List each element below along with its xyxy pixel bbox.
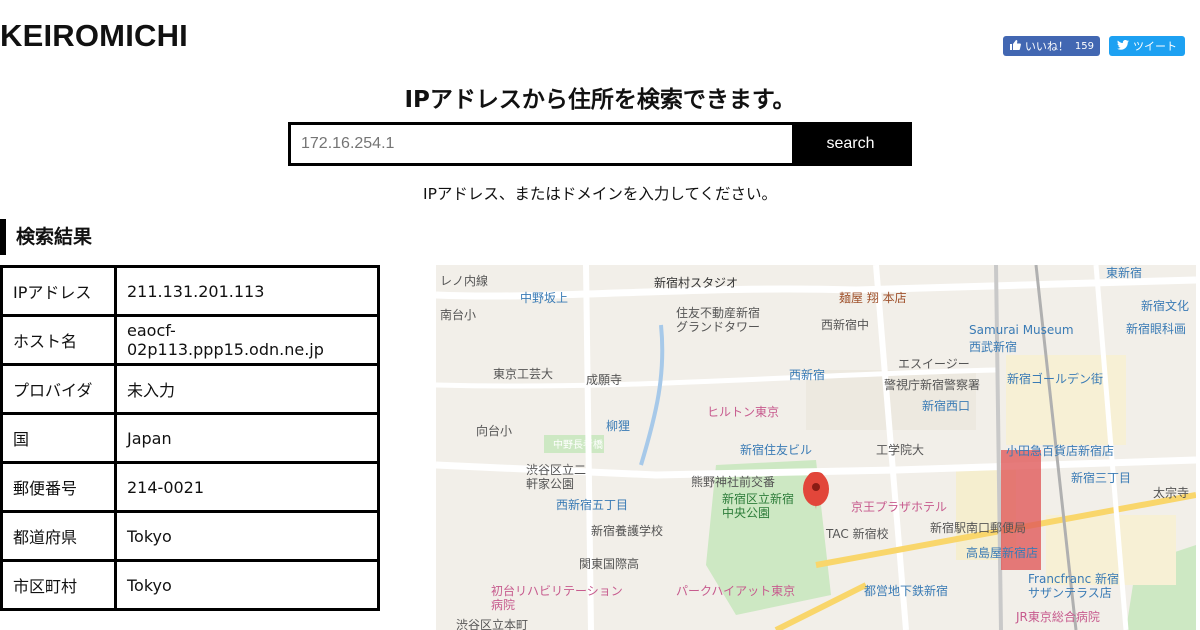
map-label: ヒルトン東京 — [707, 405, 779, 419]
tweet-button[interactable]: ツイート — [1109, 36, 1185, 56]
tweet-label: ツイート — [1133, 40, 1177, 53]
map-label: 新宿西口 — [922, 398, 970, 413]
row-value: 214-0021 — [114, 461, 380, 513]
map-label: 麺屋 翔 本店 — [839, 291, 907, 305]
table-row: 都道府県 Tokyo — [0, 510, 380, 562]
map-label: 西新宿中 — [821, 317, 869, 332]
map-label: パークハイアット東京 — [676, 584, 795, 598]
row-key: 市区町村 — [0, 559, 117, 611]
map-label: 警視庁新宿警察署 — [884, 377, 980, 392]
map-label: Samurai Museum — [969, 323, 1074, 337]
map-label: 京王プラザホテル — [851, 500, 947, 514]
map-label: 新宿文化 — [1141, 298, 1189, 313]
map-label: 関東国際高 — [579, 556, 639, 571]
search-button[interactable]: search — [792, 125, 909, 163]
table-row: 市区町村 Tokyo — [0, 559, 380, 611]
map-label: 太宗寺 — [1153, 485, 1189, 500]
map-label: 高島屋新宿店 — [966, 545, 1038, 560]
map-label: 西新宿 — [789, 367, 825, 382]
map-label: 新宿村スタジオ — [654, 275, 738, 290]
map-label: 南台小 — [440, 307, 476, 322]
map-label: TAC 新宿校 — [825, 526, 889, 541]
row-value: 211.131.201.113 — [114, 265, 380, 317]
ip-search-input[interactable] — [291, 125, 792, 163]
like-count: 159 — [1074, 40, 1094, 52]
row-key: ホスト名 — [0, 314, 117, 366]
map-label: 新宿三丁目 — [1071, 470, 1131, 485]
map-label: JR東京総合病院 — [1015, 609, 1100, 624]
row-value: Tokyo — [114, 510, 380, 562]
map-label: レノ内線 — [440, 273, 488, 288]
map-label: 成願寺 — [586, 373, 622, 387]
map-label: 柳狸 — [606, 419, 630, 433]
search-form: search — [288, 122, 912, 166]
map-label: Francfranc 新宿サザンテラス店 — [1028, 571, 1119, 600]
map-label: 向台小 — [476, 423, 512, 438]
map-label: 都営地下鉄新宿 — [864, 583, 948, 598]
twitter-bird-icon — [1117, 39, 1129, 53]
results-title: 検索結果 — [0, 219, 92, 255]
facebook-like-button[interactable]: いいね！ 159 — [1002, 36, 1100, 56]
row-value: 未入力 — [114, 363, 380, 415]
location-map[interactable]: レノ内線 中野坂上 新宿村スタジオ 麺屋 翔 本店 東新宿 新宿文化 住友不動産… — [436, 265, 1196, 630]
map-canvas[interactable]: レノ内線 中野坂上 新宿村スタジオ 麺屋 翔 本店 東新宿 新宿文化 住友不動産… — [436, 265, 1196, 630]
row-value: eaocf-02p113.ppp15.odn.ne.jp — [114, 314, 380, 366]
row-key: 国 — [0, 412, 117, 464]
map-label: 渋谷区立本町 — [456, 617, 528, 630]
row-key: 都道府県 — [0, 510, 117, 562]
page-headline: IPアドレスから住所を検索できます。 — [404, 87, 796, 113]
social-buttons: いいね！ 159 ツイート — [1002, 36, 1185, 56]
table-row: 国 Japan — [0, 412, 380, 464]
site-logo[interactable]: KEIROMICHI — [0, 18, 188, 54]
map-label: 新宿ゴールデン街 — [1007, 371, 1103, 386]
row-value: Japan — [114, 412, 380, 464]
map-label: 熊野神社前交番 — [691, 474, 775, 489]
table-row: 郵便番号 214-0021 — [0, 461, 380, 513]
map-label: 東新宿 — [1106, 265, 1142, 280]
map-label: 新宿眼科画 — [1126, 321, 1186, 336]
map-label: 住友不動産新宿グランドタワー — [676, 305, 760, 334]
map-label: エスイージー — [898, 357, 970, 371]
map-label: 中野長者橋 — [553, 438, 603, 451]
map-label: 新宿養護学校 — [591, 523, 663, 538]
row-value: Tokyo — [114, 559, 380, 611]
map-label: 中野坂上 — [520, 290, 568, 305]
map-label: 小田急百貨店新宿店 — [1006, 443, 1114, 458]
map-label: 新宿駅南口郵便局 — [930, 520, 1026, 535]
row-key: IPアドレス — [0, 265, 117, 317]
table-row: ホスト名 eaocf-02p113.ppp15.odn.ne.jp — [0, 314, 380, 366]
like-label: いいね！ — [1024, 40, 1069, 53]
row-key: 郵便番号 — [0, 461, 117, 513]
thumbs-up-icon — [1009, 39, 1021, 54]
result-table: IPアドレス 211.131.201.113 ホスト名 eaocf-02p113… — [0, 265, 380, 611]
map-label: 西武新宿 — [969, 339, 1017, 354]
map-label: 工学院大 — [876, 442, 924, 457]
table-row: プロバイダ 未入力 — [0, 363, 380, 415]
map-label: 西新宿五丁目 — [556, 497, 628, 512]
search-hint: IPアドレス、またはドメインを入力してください。 — [423, 185, 777, 203]
map-label: 新宿住友ビル — [740, 442, 812, 457]
map-label: 東京工芸大 — [493, 367, 553, 381]
row-key: プロバイダ — [0, 363, 117, 415]
table-row: IPアドレス 211.131.201.113 — [0, 265, 380, 317]
